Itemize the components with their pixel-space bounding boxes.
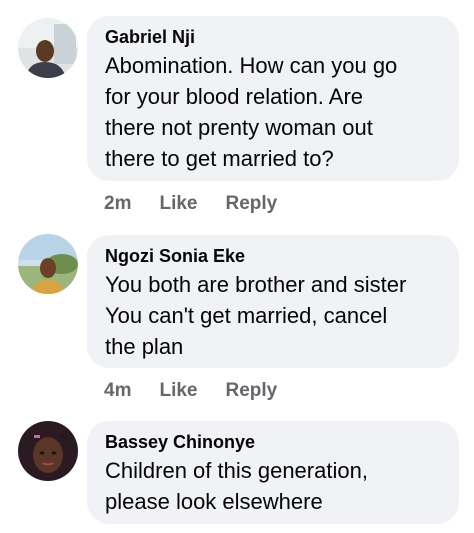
commenter-avatar[interactable] bbox=[18, 18, 78, 78]
comment-timestamp[interactable]: 2m bbox=[104, 193, 131, 215]
comment-author[interactable]: Bassey Chinonye bbox=[105, 431, 443, 453]
comment-text: Children of this generation, please look… bbox=[105, 458, 368, 514]
comment-bubble: Ngozi Sonia Eke You both are brother and… bbox=[87, 235, 459, 368]
like-button[interactable]: Like bbox=[159, 193, 197, 215]
reply-button[interactable]: Reply bbox=[226, 193, 278, 215]
comment-author[interactable]: Ngozi Sonia Eke bbox=[105, 245, 443, 267]
commenter-avatar[interactable] bbox=[18, 421, 78, 481]
comment-bubble: Gabriel Nji Abomination. How can you go … bbox=[87, 16, 459, 181]
comment-author[interactable]: Gabriel Nji bbox=[105, 26, 443, 48]
like-button[interactable]: Like bbox=[159, 380, 197, 402]
comment-text: Abomination. How can you go for your blo… bbox=[105, 53, 398, 171]
comment-bubble: Bassey Chinonye Children of this generat… bbox=[87, 421, 459, 524]
comment-timestamp[interactable]: 4m bbox=[104, 380, 131, 402]
comment-actions: 4m Like Reply bbox=[104, 380, 277, 402]
comment-actions: 2m Like Reply bbox=[104, 193, 277, 215]
comment-text: You both are brother and sister You can'… bbox=[105, 272, 407, 359]
commenter-avatar[interactable] bbox=[18, 234, 78, 294]
reply-button[interactable]: Reply bbox=[226, 380, 278, 402]
